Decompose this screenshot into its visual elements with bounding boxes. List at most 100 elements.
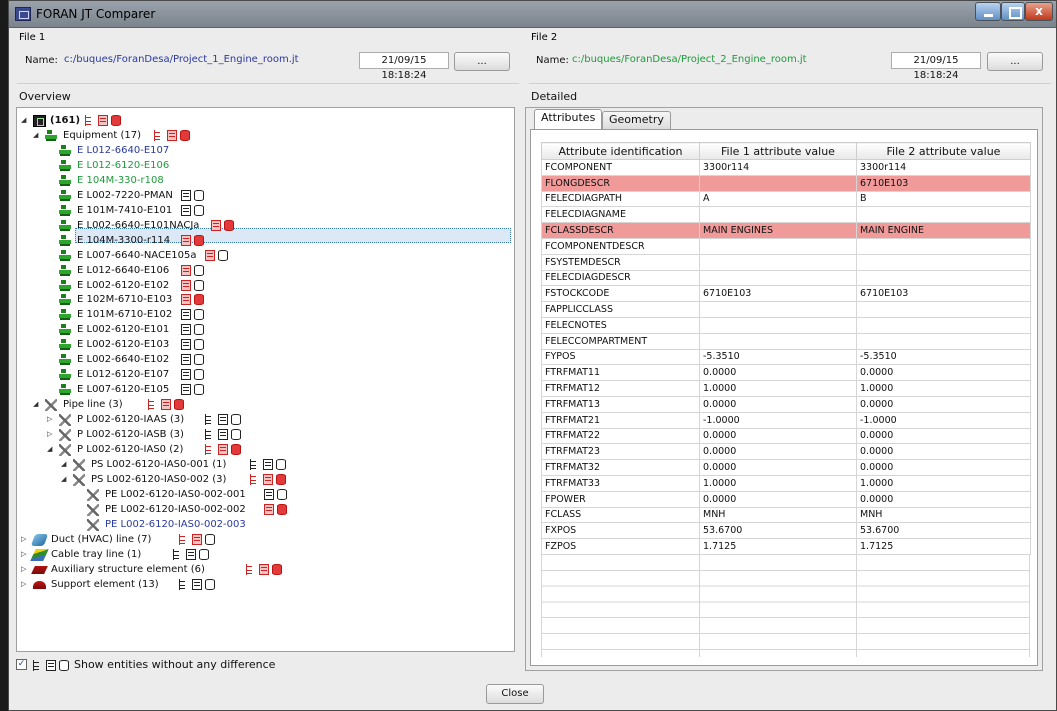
title-bar[interactable]: FORAN JT Comparer x — [9, 1, 1056, 28]
column-attribute-identification[interactable]: Attribute identification — [541, 142, 700, 160]
tree-node[interactable]: ◢ PS L002-6120-IAS0-001 (1) — [17, 457, 497, 472]
tree-node[interactable]: E 102M-6710-E103 — [17, 292, 497, 307]
structure-icon — [205, 429, 215, 440]
expand-arrow-icon[interactable]: ▷ — [21, 532, 29, 547]
tree-node-label: E L002-6640-E102 — [77, 354, 170, 366]
table-row[interactable]: FELECDIAGPATH A B — [541, 190, 1031, 208]
tree-node[interactable]: E L007-6640-NACE105a — [17, 248, 497, 263]
file2-value-cell: -5.3510 — [856, 348, 1031, 366]
table-row[interactable]: FCLASS MNH MNH — [541, 506, 1031, 524]
close-window-button[interactable]: x — [1025, 2, 1053, 21]
table-row[interactable]: FSYSTEMDESCR — [541, 253, 1031, 271]
table-row[interactable]: FTRFMAT13 0.0000 0.0000 — [541, 395, 1031, 413]
expand-arrow-icon[interactable]: ▷ — [47, 427, 55, 442]
tree-node[interactable]: E 101M-6710-E102 — [17, 307, 497, 322]
file2-path-field[interactable]: c:/buques/ForanDesa/Project_2_Engine_roo… — [569, 52, 889, 69]
tree-node[interactable]: PE L002-6120-IAS0-002-003 — [17, 517, 497, 532]
tree-node[interactable]: E L002-6120-E101 — [17, 322, 497, 337]
file1-browse-button[interactable]: ... — [454, 52, 510, 71]
tree-node[interactable]: ▷ Support element (13) — [17, 577, 497, 592]
tree-node[interactable]: E L012-6120-E107 — [17, 367, 497, 382]
table-row-difference[interactable]: FCLASSDESCR MAIN ENGINES MAIN ENGINE — [541, 222, 1031, 239]
table-row[interactable]: FSTOCKCODE 6710E103 6710E103 — [541, 285, 1031, 303]
maximize-button[interactable] — [1001, 2, 1025, 21]
table-row[interactable]: FELECCOMPARTMENT — [541, 332, 1031, 350]
equipment-icon — [59, 234, 72, 247]
tree-node[interactable]: E L012-6120-E106 — [17, 158, 497, 173]
equipment-icon — [59, 144, 72, 157]
close-button[interactable]: Close — [486, 684, 544, 704]
tree-node[interactable]: E 104M-330-r108 — [17, 173, 497, 188]
tree-node[interactable]: E L012-6640-E107 — [17, 143, 497, 158]
minimize-button[interactable] — [975, 2, 1001, 21]
table-row[interactable]: FTRFMAT22 0.0000 0.0000 — [541, 427, 1031, 445]
table-row[interactable]: FELECDIAGNAME — [541, 206, 1031, 224]
tree-node[interactable]: E L012-6640-E106 — [17, 263, 497, 278]
table-row[interactable]: FTRFMAT33 1.0000 1.0000 — [541, 474, 1031, 492]
tree-root[interactable]: ◢ (161) — [17, 113, 317, 128]
collapse-arrow-icon[interactable]: ◢ — [61, 472, 69, 487]
tree-node[interactable]: ◢ Pipe line (3) — [17, 397, 497, 412]
tree-node[interactable]: PE L002-6120-IAS0-002-002 — [17, 502, 497, 517]
tree-node[interactable]: E L002-7220-PMAN — [17, 188, 497, 203]
tree-node[interactable]: ▷ P L002-6120-IAAS (3) — [17, 412, 497, 427]
tree-node[interactable]: E 104M-3300-r114 — [17, 233, 497, 248]
collapse-arrow-icon[interactable]: ◢ — [21, 113, 29, 128]
file1-path-field[interactable]: c:/buques/ForanDesa/Project_1_Engine_roo… — [61, 52, 361, 69]
tree-node[interactable]: ▷ Duct (HVAC) line (7) — [17, 532, 497, 547]
expand-arrow-icon[interactable]: ▷ — [21, 577, 29, 592]
attribute-diff-icon — [262, 473, 273, 485]
table-row[interactable]: FTRFMAT11 0.0000 0.0000 — [541, 364, 1031, 382]
tree-node[interactable]: ▷ Auxiliary structure element (6) — [17, 562, 497, 577]
collapse-arrow-icon[interactable]: ◢ — [61, 457, 69, 472]
file2-browse-button[interactable]: ... — [987, 52, 1043, 71]
table-row[interactable]: FAPPLICCLASS — [541, 301, 1031, 318]
tree-node[interactable]: PE L002-6120-IAS0-002-001 — [17, 487, 497, 502]
file2-value-cell — [856, 301, 1031, 318]
table-row[interactable]: FTRFMAT23 0.0000 0.0000 — [541, 443, 1031, 461]
tree-node[interactable]: E L002-6120-E102 — [17, 278, 497, 293]
tree-node[interactable]: ◢ Equipment (17) — [17, 128, 497, 143]
table-row[interactable]: FTRFMAT32 0.0000 0.0000 — [541, 459, 1031, 476]
tree-node[interactable]: E L002-6120-E103 — [17, 337, 497, 352]
tree-node[interactable]: E 101M-7410-E101 — [17, 203, 497, 218]
tab-attributes[interactable]: Attributes — [534, 109, 603, 130]
table-row[interactable]: FCOMPONENTDESCR — [541, 237, 1031, 255]
table-row[interactable]: FTRFMAT21 -1.0000 -1.0000 — [541, 411, 1031, 429]
tab-geometry[interactable]: Geometry — [602, 111, 671, 129]
table-row[interactable]: FTRFMAT12 1.0000 1.0000 — [541, 380, 1031, 397]
column-file2-value[interactable]: File 2 attribute value — [856, 142, 1031, 160]
table-row[interactable]: FPOWER 0.0000 0.0000 — [541, 490, 1031, 508]
expand-arrow-icon[interactable]: ▷ — [47, 412, 55, 427]
attributes-table[interactable]: Attribute identification File 1 attribut… — [541, 142, 1031, 555]
file1-value-cell — [699, 174, 857, 192]
tree-node[interactable]: ▷ Cable tray line (1) — [17, 547, 497, 562]
table-row[interactable]: FXPOS 53.6700 53.6700 — [541, 522, 1031, 540]
tree-node[interactable]: E L002-6640-E102 — [17, 352, 497, 367]
table-row[interactable]: FCOMPONENT 3300r114 3300r114 — [541, 159, 1031, 176]
show-without-difference-option[interactable]: ✓ Show entities without any difference — [16, 657, 316, 673]
attribute-icon — [218, 429, 228, 440]
overview-separator — [17, 83, 519, 84]
collapse-arrow-icon[interactable]: ◢ — [33, 397, 41, 412]
tree-node[interactable]: E L007-6120-E105 — [17, 382, 497, 397]
collapse-arrow-icon[interactable]: ◢ — [33, 128, 41, 143]
tree-node[interactable]: ▷ P L002-6120-IASB (3) — [17, 427, 497, 442]
column-file1-value[interactable]: File 1 attribute value — [699, 142, 857, 160]
tree-node[interactable]: ◢ P L002-6120-IAS0 (2) — [17, 442, 497, 457]
table-row[interactable]: FYPOS -5.3510 -5.3510 — [541, 348, 1031, 366]
overview-tree[interactable]: ◢ (161) ◢ Equipment (17) E L012-6640-E107 E… — [16, 107, 515, 652]
tree-node[interactable]: E L002-6640-E101NACJa — [17, 218, 497, 233]
table-row[interactable]: FZPOS 1.7125 1.7125 — [541, 538, 1031, 555]
tree-node[interactable]: ◢ PS L002-6120-IAS0-002 (3) — [17, 472, 497, 487]
attribute-name-cell: FYPOS — [541, 348, 700, 366]
collapse-arrow-icon[interactable]: ◢ — [47, 442, 55, 457]
show-without-difference-checkbox[interactable]: ✓ — [16, 659, 27, 670]
equipment-icon — [59, 219, 72, 232]
expand-arrow-icon[interactable]: ▷ — [21, 547, 29, 562]
expand-arrow-icon[interactable]: ▷ — [21, 562, 29, 577]
table-row[interactable]: FELECNOTES — [541, 316, 1031, 334]
file1-value-cell: 0.0000 — [699, 364, 857, 382]
table-row-difference[interactable]: FLONGDESCR 6710E103 — [541, 174, 1031, 192]
table-row[interactable]: FELECDIAGDESCR — [541, 269, 1031, 287]
